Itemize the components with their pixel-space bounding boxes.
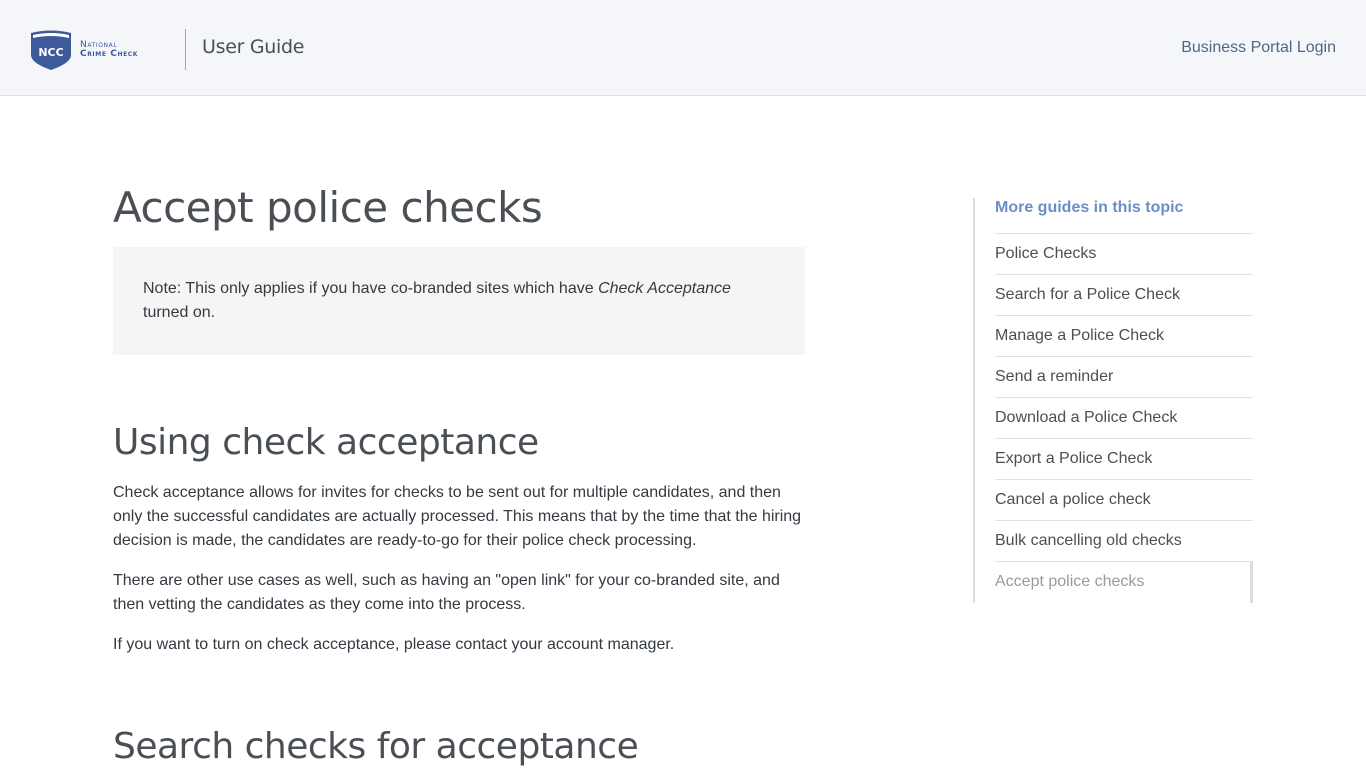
paragraph: There are other use cases as well, such …	[113, 572, 780, 613]
sidebar-item-manage-police-check[interactable]: Manage a Police Check	[995, 316, 1253, 357]
paragraph: Check acceptance allows for invites for …	[113, 484, 802, 549]
sidebar-item-accept-police-checks[interactable]: Accept police checks	[995, 562, 1253, 603]
shield-logo-icon: NCC	[31, 30, 71, 70]
sidebar-item-send-reminder[interactable]: Send a reminder	[995, 357, 1253, 398]
note-emphasis: Check Acceptance	[598, 280, 731, 297]
sidebar-heading: More guides in this topic	[995, 198, 1253, 234]
related-guides-sidebar: More guides in this topic Police Checks …	[973, 198, 1253, 603]
header-title[interactable]: User Guide	[202, 36, 304, 58]
logo-wordmark: National Crime Check	[80, 41, 138, 59]
sidebar-item-cancel-police-check[interactable]: Cancel a police check	[995, 480, 1253, 521]
page-title: Accept police checks	[113, 183, 543, 232]
sidebar-item-export-police-check[interactable]: Export a Police Check	[995, 439, 1253, 480]
business-portal-login-link[interactable]: Business Portal Login	[1181, 39, 1336, 57]
section-heading-search-checks: Search checks for acceptance	[113, 726, 639, 767]
note-prefix: Note: This only applies if you have co-b…	[143, 280, 599, 297]
svg-text:NCC: NCC	[38, 46, 63, 59]
sidebar-item-search-police-check[interactable]: Search for a Police Check	[995, 275, 1253, 316]
ncc-logo[interactable]: NCC National Crime Check	[30, 29, 170, 71]
sidebar-list: Police Checks Search for a Police Check …	[995, 234, 1253, 603]
note-box: Note: This only applies if you have co-b…	[113, 247, 805, 355]
sidebar-item-download-police-check[interactable]: Download a Police Check	[995, 398, 1253, 439]
header-divider	[185, 29, 186, 70]
section-heading-using-check-acceptance: Using check acceptance	[113, 422, 539, 463]
sidebar-item-police-checks[interactable]: Police Checks	[995, 234, 1253, 275]
site-header: NCC National Crime Check User Guide Busi…	[0, 0, 1366, 96]
sidebar-item-bulk-cancelling[interactable]: Bulk cancelling old checks	[995, 521, 1253, 562]
note-suffix: turned on.	[143, 304, 216, 321]
paragraph: If you want to turn on check acceptance,…	[113, 636, 675, 653]
logo-line2: Crime Check	[80, 49, 139, 59]
